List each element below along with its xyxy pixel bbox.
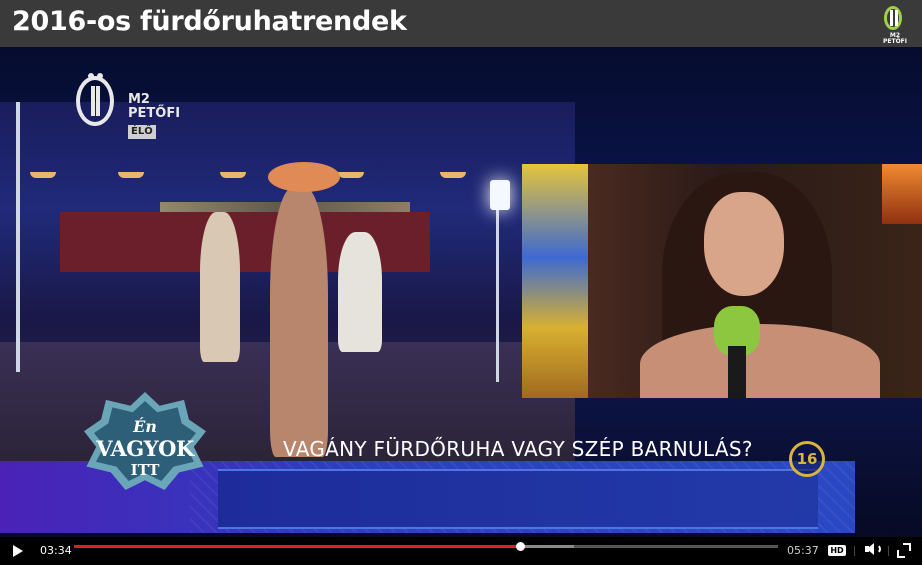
- fullscreen-button[interactable]: [896, 537, 912, 565]
- lower-third-headline: VAGÁNY FÜRDŐRUHA VAGY SZÉP BARNULÁS?: [283, 437, 753, 461]
- current-time: 03:34: [40, 544, 72, 557]
- hd-button[interactable]: HD: [828, 545, 846, 556]
- channel-ring-icon: [76, 76, 114, 126]
- age-rating-badge: 16: [789, 441, 825, 477]
- interview-inset: [522, 164, 922, 398]
- player-controls: 03:34 05:37 HD: [0, 537, 922, 565]
- show-logo: Én VAGYOK ITT: [84, 392, 206, 490]
- title-bar: 2016-os fürdőruhatrendek M2 PETŐFI: [0, 0, 922, 47]
- video-player: 2016-os fürdőruhatrendek M2 PETŐFI M2 PE…: [0, 0, 922, 565]
- channel-corner-logo[interactable]: M2 PETŐFI: [882, 4, 908, 45]
- played-bar: [74, 545, 521, 548]
- video-title: 2016-os fürdőruhatrendek: [12, 6, 407, 37]
- play-button[interactable]: [10, 537, 28, 565]
- channel-logo: M2 PETŐFI ÉLŐ: [76, 73, 186, 146]
- channel-name: M2 PETŐFI: [128, 92, 181, 121]
- corner-logo-caption: M2 PETŐFI: [882, 32, 908, 45]
- scrubber-handle[interactable]: [516, 542, 526, 551]
- logo-ring-icon: [884, 6, 902, 30]
- live-badge: ÉLŐ: [128, 125, 156, 139]
- progress-bar[interactable]: [74, 542, 778, 551]
- volume-button[interactable]: [862, 537, 882, 565]
- total-time: 05:37: [787, 544, 819, 557]
- studio-spotlight: [490, 180, 510, 210]
